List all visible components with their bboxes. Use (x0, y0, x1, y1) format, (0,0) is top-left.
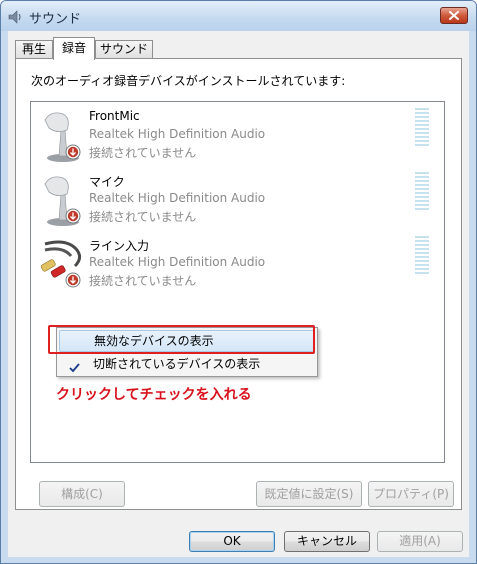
set-default-button[interactable]: 既定値に設定(S) (256, 481, 362, 507)
device-status: 接続されていません (89, 146, 197, 160)
ok-button[interactable]: OK (189, 531, 275, 552)
recording-panel: 次のオーディオ録音デバイスがインストールされています: FrontMic Rea… (15, 58, 462, 510)
device-name: ライン入力 (89, 239, 150, 253)
tab-recording[interactable]: 録音 (53, 37, 95, 60)
list-item[interactable]: FrontMic Realtek High Definition Audio 接… (31, 106, 444, 170)
menu-item-show-disconnected-devices[interactable]: 切断されているデバイスの表示 (59, 353, 315, 375)
device-name: FrontMic (89, 109, 140, 123)
level-meter (415, 172, 429, 212)
microphone-icon (37, 172, 89, 228)
list-item[interactable]: マイク Realtek High Definition Audio 接続されてい… (31, 170, 444, 234)
checkmark-icon (69, 358, 80, 380)
device-status: 接続されていません (89, 274, 197, 288)
close-icon (449, 11, 459, 20)
level-meter (415, 108, 429, 148)
device-list[interactable]: FrontMic Realtek High Definition Audio 接… (30, 101, 445, 463)
close-button[interactable] (440, 7, 468, 24)
device-driver: Realtek High Definition Audio (89, 127, 266, 141)
sound-dialog: サウンド 再生 録音 サウンド 次のオーディオ録音デバイスがインストールされてい… (0, 0, 477, 564)
microphone-icon (37, 108, 89, 164)
dialog-client: 再生 録音 サウンド 次のオーディオ録音デバイスがインストールされています: F… (8, 31, 469, 557)
speaker-icon (7, 9, 23, 25)
rca-cable-icon (37, 236, 89, 292)
cancel-button[interactable]: キャンセル (284, 531, 370, 552)
panel-caption: 次のオーディオ録音デバイスがインストールされています: (31, 74, 346, 88)
tab-sounds[interactable]: サウンド (95, 40, 153, 58)
title-bar[interactable]: サウンド (1, 1, 476, 31)
properties-button[interactable]: プロパティ(P) (368, 481, 454, 507)
device-driver: Realtek High Definition Audio (89, 191, 266, 205)
window-title: サウンド (29, 12, 82, 27)
level-meter (415, 236, 429, 276)
device-status: 接続されていません (89, 210, 197, 224)
device-name: マイク (89, 175, 125, 189)
annotation-highlight-box (48, 325, 315, 354)
device-driver: Realtek High Definition Audio (89, 255, 266, 269)
annotation-text: クリックしてチェックを入れる (56, 387, 252, 403)
tab-playback[interactable]: 再生 (15, 40, 53, 58)
list-item[interactable]: ライン入力 Realtek High Definition Audio 接続され… (31, 234, 444, 298)
apply-button[interactable]: 適用(A) (377, 531, 463, 552)
configure-button[interactable]: 構成(C) (39, 481, 125, 507)
